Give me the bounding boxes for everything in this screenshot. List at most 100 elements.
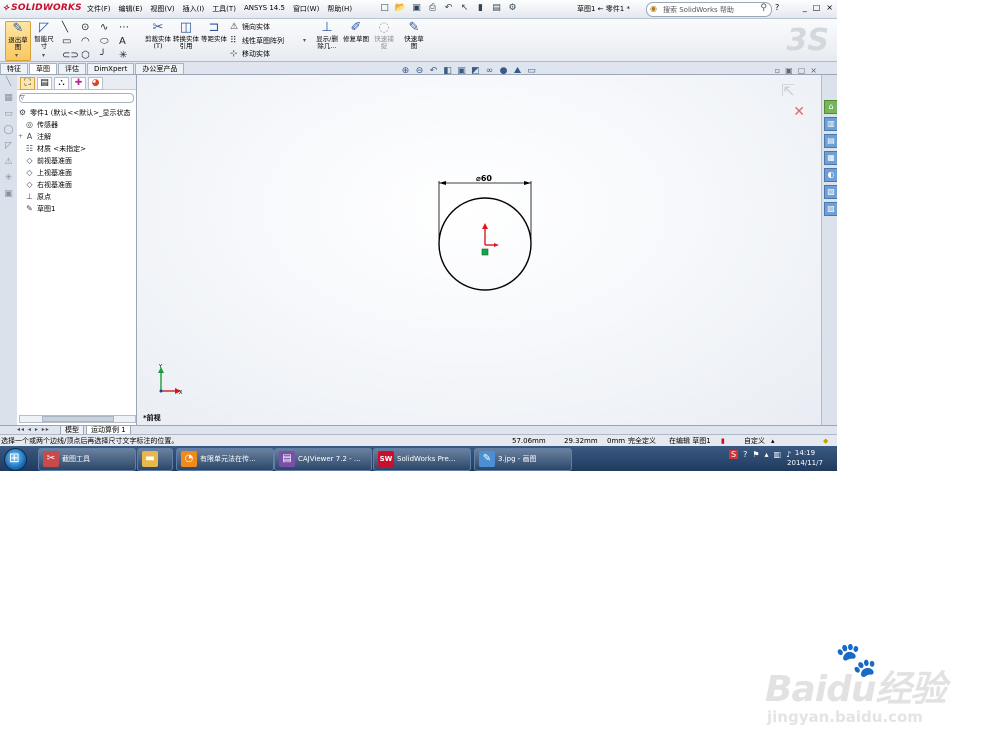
tree-filter-input[interactable]: ▽ [19,93,134,103]
text-icon[interactable]: A [119,36,138,47]
design-library-icon[interactable]: ▥ [824,117,837,131]
tree-item[interactable]: ◇ 右视基准面 [17,179,136,191]
taskbar-item[interactable]: ◔ 有限单元法在传... [176,448,274,471]
expand-toggle[interactable]: + [17,131,24,143]
menu-edit[interactable]: 编辑(E) [119,4,143,14]
close-button[interactable]: × [826,3,833,12]
tree-item[interactable]: ✎ 草图1 [17,203,136,215]
tree-item[interactable]: ◇ 上视基准面 [17,167,136,179]
tree-item[interactable]: ⊥ 原点 [17,191,136,203]
tree-item[interactable]: + A 注解 [17,131,136,143]
network-icon[interactable]: ▥ [774,450,782,459]
tree-item[interactable]: ◎ 传感器 [17,119,136,131]
repair-sketch-button[interactable]: ✐ 修复草图 [343,21,369,59]
minimize-button[interactable]: _ [803,3,807,12]
previous-view-icon[interactable]: ↶ [428,66,439,76]
taskbar-item[interactable]: SW SolidWorks Pre... [373,448,471,471]
menu-window[interactable]: 窗口(W) [293,4,319,14]
dimension-icon[interactable]: ◸ [0,141,17,155]
scene-icon[interactable]: ⛰ [512,66,523,76]
feature-tree-icon[interactable]: ⛶ [20,77,35,90]
restore-icon[interactable]: ▫ [775,66,780,75]
confirmation-corner[interactable]: ⇱ ✕ [781,81,805,120]
sketch-canvas[interactable]: ⌀60 Y X [137,75,821,425]
quick-snaps-button[interactable]: ◌ 快速捕捉 [373,21,395,59]
open-icon[interactable]: 📂 [394,2,407,15]
arc-icon[interactable]: ◠ [81,36,100,47]
menu-tools[interactable]: 工具(T) [212,4,236,14]
view-orientation-icon[interactable]: ▣ [456,66,467,76]
tab-evaluate[interactable]: 评估 [58,63,86,74]
maximize-view-icon[interactable]: ▢ [798,66,806,75]
select-icon[interactable]: ↖ [458,2,471,15]
point-icon[interactable]: ✳ [119,50,138,61]
taskbar-item[interactable]: ▬ [137,448,173,471]
exit-sketch-corner-icon[interactable]: ⇱ [781,81,794,100]
taskbar-item[interactable]: ✂ 截图工具 [38,448,136,471]
circle-icon[interactable]: ◯ [0,125,17,139]
fillet-icon[interactable]: ╯ [100,50,119,61]
new-icon[interactable]: □ [378,2,391,15]
block-icon[interactable]: ▣ [0,189,17,203]
slot-icon[interactable]: ⊂⊃ [62,50,81,61]
configuration-icon[interactable]: ⛬ [54,77,69,90]
solidworks-logo[interactable]: ⟡ SOLIDWORKS [3,3,82,13]
view-settings-icon[interactable]: ▭ [526,66,537,76]
help-tray-icon[interactable]: ? [743,450,747,459]
tab-sketch[interactable]: 草图 [29,63,57,74]
menu-ansys[interactable]: ANSYS 14.5 [244,4,285,14]
line-icon[interactable]: ╲ [62,22,81,33]
security-icon[interactable]: S [729,450,739,459]
undo-icon[interactable]: ↶ [442,2,455,15]
forum-icon[interactable]: ▨ [824,202,837,216]
tab-navigation-arrows[interactable]: ◂◂ ◂ ▸ ▸▸ [17,426,50,433]
property-manager-icon[interactable]: ▤ [37,77,52,90]
close-view-icon[interactable]: × [810,66,817,75]
circle-icon[interactable]: ⊙ [81,22,100,33]
tree-root-part[interactable]: ⚙ 零件1 (默认<<默认>_显示状态 [17,107,136,119]
spline-icon[interactable]: ∿ [100,22,119,33]
move-entities-button[interactable]: ⊹ 移动实体 [230,49,270,59]
maximize-button[interactable]: □ [813,3,821,12]
display-manager-icon[interactable]: ◕ [88,77,103,90]
dimxpert-icon[interactable]: ✚ [71,77,86,90]
tree-item[interactable]: ◇ 前视基准面 [17,155,136,167]
rectangle-icon[interactable]: ▭ [0,109,17,123]
tree-item[interactable]: ☷ 材质 <未指定> [17,143,136,155]
rebuild-icon[interactable]: ▮ [474,2,487,15]
display-delete-relations-button[interactable]: ⊥ 显示/删除几... [313,21,341,59]
tab-dimxpert[interactable]: DimXpert [87,63,135,74]
tab-features[interactable]: 特征 [0,63,28,74]
menu-help[interactable]: 帮助(H) [327,4,352,14]
circle-center-point[interactable] [481,248,489,256]
menu-insert[interactable]: 插入(I) [183,4,205,14]
zoom-area-icon[interactable]: ⊖ [414,66,425,76]
diameter-dimension-text[interactable]: ⌀60 [476,174,492,183]
rectangle-icon[interactable]: ▭ [62,36,81,47]
graphics-area[interactable]: ⌀60 Y X *前视 ⇱ ✕ [137,75,821,425]
linear-pattern-button[interactable]: ⠿ 线性草图阵列 [230,36,284,46]
chevron-down-icon[interactable]: ▾ [15,52,18,59]
taskbar-item[interactable]: ▤ CAJViewer 7.2 - ... [274,448,372,471]
magnifier-icon[interactable]: ⚲ [760,3,767,13]
taskbar-clock[interactable]: 14:19 2014/11/7 [785,448,825,468]
tile-icon[interactable]: ▣ [785,66,793,75]
mirror-entities-button[interactable]: ⚠ 镜向实体 [230,22,270,32]
file-explorer-icon[interactable]: ▤ [824,134,837,148]
start-button[interactable] [4,448,27,471]
mirror-icon[interactable]: ⚠ [0,157,17,171]
hide-show-icon[interactable]: ∞ [484,66,495,76]
menu-file[interactable]: 文件(F) [87,4,111,14]
chevron-down-icon[interactable]: ▾ [303,37,306,44]
tree-horizontal-scrollbar[interactable] [19,415,136,423]
menu-view[interactable]: 视图(V) [150,4,174,14]
section-view-icon[interactable]: ◧ [442,66,453,76]
offset-entities-button[interactable]: ⊐ 等距实体 [201,21,227,59]
polygon-icon[interactable]: ⬡ [81,50,100,61]
appearances-icon[interactable]: ◐ [824,168,837,182]
convert-entities-button[interactable]: ◫ 转换实体引用 [173,21,199,59]
print-icon[interactable]: ⎙ [426,2,439,15]
options-icon[interactable]: ⚙ [506,2,519,15]
construction-icon[interactable]: ⋯ [119,22,138,33]
grid-icon[interactable]: ▦ [0,93,17,107]
